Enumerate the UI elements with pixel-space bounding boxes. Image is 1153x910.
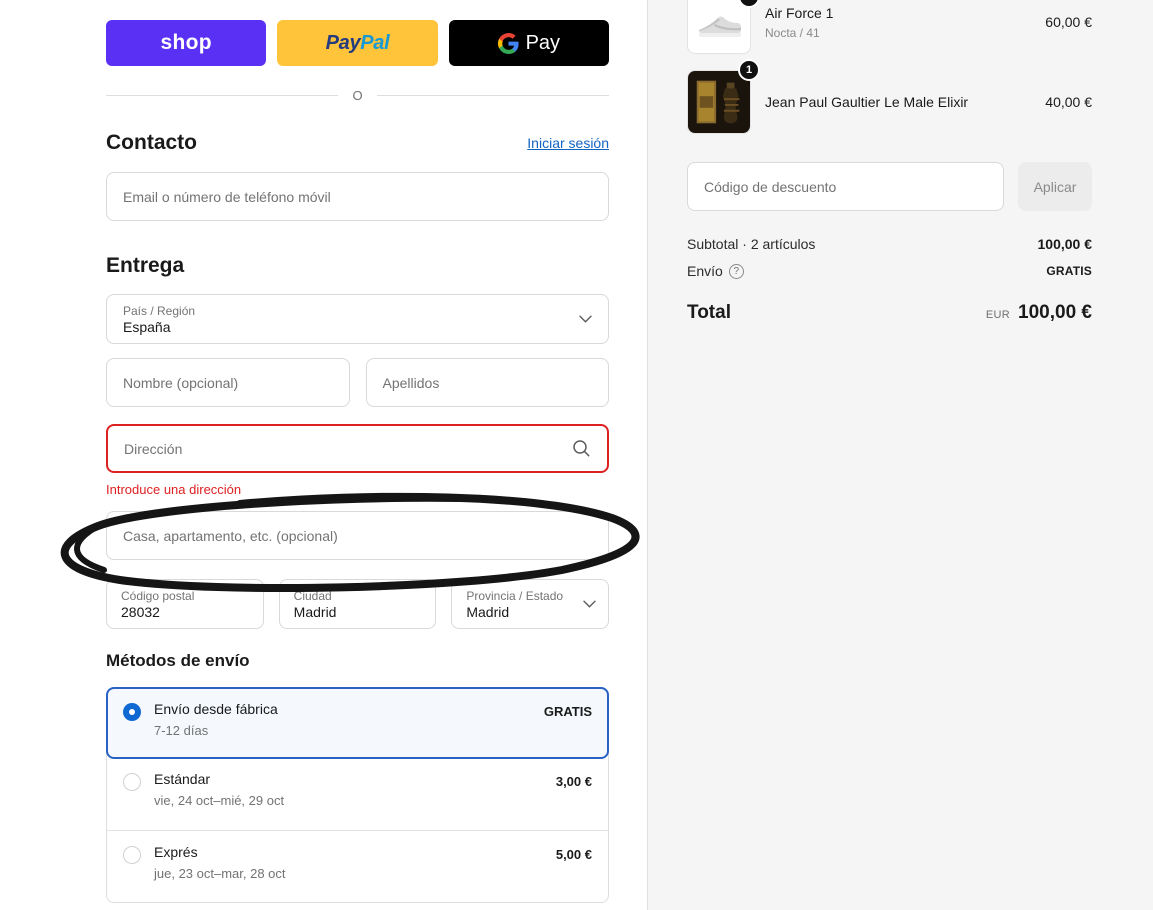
first-name-placeholder: Nombre (opcional) (123, 374, 239, 391)
product-image-perfume (687, 70, 751, 134)
cart-item-le-male-elixir: 1 Jean Paul Gaultier Le Male Elixir 40,0… (687, 59, 1092, 134)
contact-header: Contacto Iniciar sesión (106, 131, 609, 155)
shipping-methods-list: Envío desde fábrica 7-12 días GRATIS Est… (106, 687, 609, 903)
google-pay-button[interactable]: Pay (448, 20, 609, 66)
shipping-cost-value: GRATIS (1046, 264, 1092, 278)
city-field[interactable]: Ciudad Madrid (278, 579, 437, 629)
divider-line (106, 94, 339, 96)
order-summary-panel: 1 Air Force 1 Nocta / 41 60,00 € (647, 0, 1153, 910)
quantity-badge: 1 (738, 59, 760, 81)
shipping-option-detail: vie, 24 oct–mié, 29 oct (154, 793, 285, 808)
shipping-cost-label: Envío (687, 263, 723, 279)
shipping-methods-title: Métodos de envío (106, 651, 250, 670)
product-image-sneaker (687, 0, 751, 54)
login-link[interactable]: Iniciar sesión (527, 135, 609, 151)
total-label: Total (687, 302, 731, 323)
product-name: Air Force 1 (765, 4, 834, 21)
google-g-icon (497, 32, 519, 54)
locale-fields-row: Código postal 28032 Ciudad Madrid Provin… (106, 579, 610, 629)
last-name-placeholder: Apellidos (382, 374, 440, 391)
province-label: Provincia / Estado (466, 588, 564, 603)
shipping-cost-row: Envío ? GRATIS (687, 263, 1092, 279)
contact-title: Contacto (106, 131, 197, 154)
product-name: Jean Paul Gaultier Le Male Elixir (765, 94, 969, 110)
shipping-option-detail: jue, 23 oct–mar, 28 oct (154, 866, 286, 881)
postal-code-value: 28032 (121, 603, 160, 620)
currency-code: EUR (985, 309, 1011, 321)
divider-label: O (352, 87, 363, 103)
province-value: Madrid (466, 603, 510, 620)
shipping-option-price: GRATIS (543, 704, 592, 719)
help-icon[interactable]: ? (728, 263, 744, 279)
total-row: Total EUR 100,00 € (687, 302, 1092, 324)
chevron-down-icon (583, 600, 596, 608)
product-variant: Nocta / 41 (765, 25, 820, 40)
total-value: 100,00 € (1018, 302, 1092, 323)
province-select[interactable]: Provincia / Estado Madrid (451, 579, 610, 629)
city-value: Madrid (293, 603, 337, 620)
radio-icon[interactable] (123, 773, 141, 791)
shipping-option-price: 5,00 € (555, 847, 592, 862)
shipping-option-price: 3,00 € (555, 774, 592, 789)
country-select[interactable]: País / Región España (106, 294, 609, 344)
shipping-option-standard[interactable]: Estándar vie, 24 oct–mié, 29 oct 3,00 € (107, 758, 608, 830)
checkout-form-column: Pago exprés shop PayPal Pay (106, 0, 610, 910)
discount-row: Código de descuento Aplicar (687, 162, 1092, 211)
radio-icon[interactable] (123, 846, 141, 864)
postal-code-field[interactable]: Código postal 28032 (106, 579, 264, 629)
paypal-logo: PayPal (325, 31, 390, 54)
divider-line (376, 94, 609, 96)
subtotal-label: Subtotal · 2 artículos (687, 236, 816, 252)
radio-selected-icon[interactable] (123, 703, 141, 721)
apartment-placeholder: Casa, apartamento, etc. (opcional) (123, 527, 338, 544)
cart-item-air-force-1: 1 Air Force 1 Nocta / 41 60,00 € (687, 0, 1092, 54)
country-value: España (123, 318, 171, 335)
shop-pay-logo: shop (160, 31, 212, 54)
name-fields-row: Nombre (opcional) Apellidos (106, 358, 609, 407)
shipping-option-name: Estándar (154, 771, 211, 787)
last-name-field[interactable]: Apellidos (365, 358, 609, 407)
paypal-button[interactable]: PayPal (277, 20, 438, 66)
express-payment-buttons: shop PayPal Pay (106, 20, 609, 66)
search-icon (572, 439, 591, 458)
subtotal-row: Subtotal · 2 artículos 100,00 € (687, 236, 1092, 252)
city-label: Ciudad (293, 588, 332, 603)
discount-code-field[interactable]: Código de descuento (687, 162, 1004, 211)
shipping-option-factory[interactable]: Envío desde fábrica 7-12 días GRATIS (106, 687, 609, 759)
address-field[interactable]: Dirección (106, 424, 609, 473)
apply-discount-button[interactable]: Aplicar (1018, 162, 1092, 211)
email-placeholder: Email o número de teléfono móvil (123, 188, 331, 205)
country-label: País / Región (123, 303, 196, 318)
shipping-option-express[interactable]: Exprés jue, 23 oct–mar, 28 oct 5,00 € (107, 830, 608, 902)
gpay-label: Pay (525, 31, 561, 54)
product-price: 40,00 € (1045, 94, 1092, 110)
email-field[interactable]: Email o número de teléfono móvil (106, 172, 609, 221)
shipping-option-name: Envío desde fábrica (154, 701, 278, 717)
address-error-message: Introduce una dirección (106, 482, 242, 497)
discount-placeholder: Código de descuento (704, 178, 837, 195)
apartment-field[interactable]: Casa, apartamento, etc. (opcional) (106, 511, 609, 560)
shop-pay-button[interactable]: shop (106, 20, 267, 66)
subtotal-value: 100,00 € (1037, 236, 1093, 252)
shipping-option-name: Exprés (154, 844, 198, 860)
chevron-down-icon (579, 315, 592, 323)
checkout-page: Pago exprés shop PayPal Pay (0, 0, 1153, 910)
delivery-title: Entrega (106, 254, 185, 277)
postal-code-label: Código postal (121, 588, 195, 603)
first-name-field[interactable]: Nombre (opcional) (106, 358, 350, 407)
shipping-option-detail: 7-12 días (154, 723, 209, 738)
address-placeholder: Dirección (124, 440, 183, 457)
product-price: 60,00 € (1045, 14, 1092, 30)
or-divider: O (106, 87, 609, 103)
